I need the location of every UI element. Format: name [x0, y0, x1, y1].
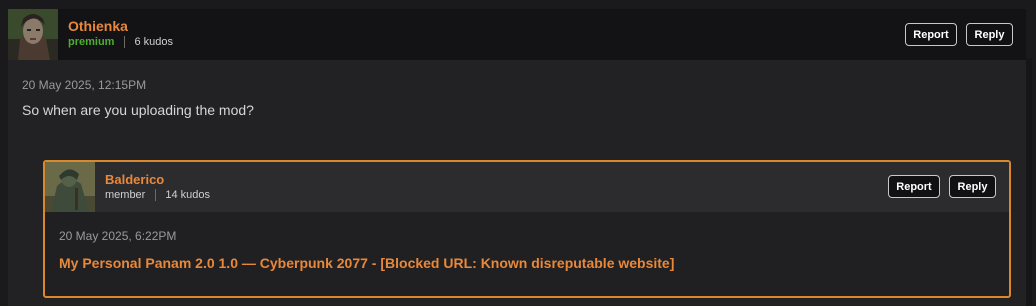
report-button[interactable]: Report [905, 23, 957, 46]
reply-rank-badge: member [105, 189, 146, 201]
kudos-count: 6 kudos [134, 36, 173, 48]
reply-date: 20 May 2025, 6:22PM [59, 229, 177, 243]
reply-author-name[interactable]: Balderico [105, 172, 164, 187]
reply-author-meta: member 14 kudos [105, 189, 210, 201]
reply-meta-divider [155, 189, 157, 201]
reply-header: Balderico member 14 kudos Report Reply [45, 162, 1009, 212]
reply-kudos-count: 14 kudos [165, 189, 210, 201]
reply-reply-button[interactable]: Reply [949, 175, 996, 198]
scrollbar[interactable] [1026, 58, 1032, 306]
comment-text: So when are you uploading the mod? [22, 102, 254, 118]
avatar[interactable] [8, 9, 58, 60]
author-name[interactable]: Othienka [68, 18, 128, 34]
comment-date: 20 May 2025, 12:15PM [22, 78, 147, 92]
reply-card: Balderico member 14 kudos Report Reply 2… [43, 160, 1011, 298]
reply-report-button[interactable]: Report [888, 175, 940, 198]
reply-avatar[interactable] [45, 162, 95, 212]
meta-divider [124, 36, 126, 48]
rank-badge: premium [68, 36, 115, 48]
author-meta: premium 6 kudos [68, 36, 173, 48]
reply-button[interactable]: Reply [966, 23, 1013, 46]
comment-header: Othienka premium 6 kudos Report Reply [8, 9, 1026, 60]
reply-link[interactable]: My Personal Panam 2.0 1.0 — Cyberpunk 20… [59, 255, 674, 271]
